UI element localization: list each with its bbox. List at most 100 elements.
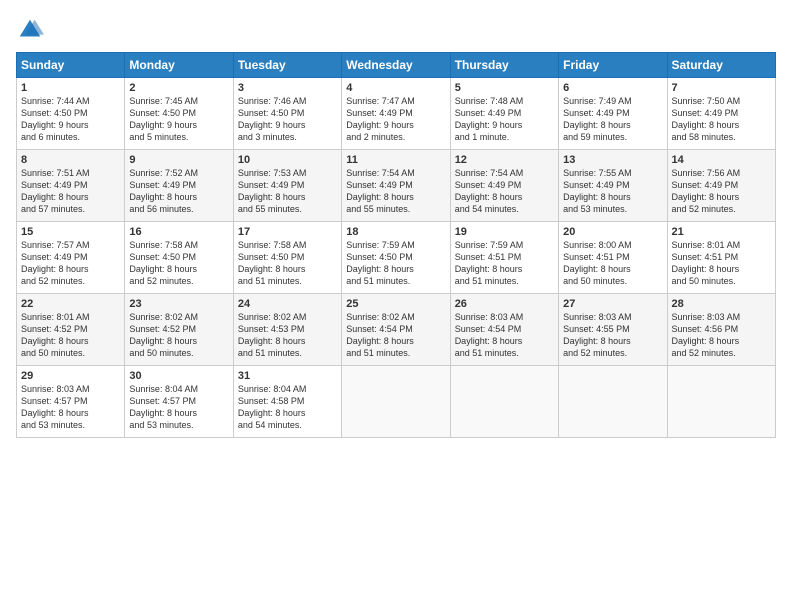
calendar-cell: 21Sunrise: 8:01 AMSunset: 4:51 PMDayligh… xyxy=(667,222,775,294)
calendar-cell: 29Sunrise: 8:03 AMSunset: 4:57 PMDayligh… xyxy=(17,366,125,438)
day-number: 29 xyxy=(21,370,120,382)
week-row-4: 22Sunrise: 8:01 AMSunset: 4:52 PMDayligh… xyxy=(17,294,776,366)
day-info: Sunrise: 7:52 AMSunset: 4:49 PMDaylight:… xyxy=(129,167,228,216)
calendar-header-row: SundayMondayTuesdayWednesdayThursdayFrid… xyxy=(17,53,776,78)
calendar-table: SundayMondayTuesdayWednesdayThursdayFrid… xyxy=(16,52,776,438)
day-number: 17 xyxy=(238,226,337,238)
day-number: 7 xyxy=(672,82,771,94)
col-header-saturday: Saturday xyxy=(667,53,775,78)
day-number: 6 xyxy=(563,82,662,94)
calendar-cell: 9Sunrise: 7:52 AMSunset: 4:49 PMDaylight… xyxy=(125,150,233,222)
calendar-cell: 14Sunrise: 7:56 AMSunset: 4:49 PMDayligh… xyxy=(667,150,775,222)
day-info: Sunrise: 8:01 AMSunset: 4:52 PMDaylight:… xyxy=(21,311,120,360)
day-number: 21 xyxy=(672,226,771,238)
day-info: Sunrise: 7:44 AMSunset: 4:50 PMDaylight:… xyxy=(21,95,120,144)
day-info: Sunrise: 8:02 AMSunset: 4:52 PMDaylight:… xyxy=(129,311,228,360)
day-info: Sunrise: 7:58 AMSunset: 4:50 PMDaylight:… xyxy=(238,239,337,288)
calendar-cell: 18Sunrise: 7:59 AMSunset: 4:50 PMDayligh… xyxy=(342,222,450,294)
day-number: 22 xyxy=(21,298,120,310)
calendar-cell xyxy=(342,366,450,438)
calendar-cell xyxy=(450,366,558,438)
col-header-wednesday: Wednesday xyxy=(342,53,450,78)
calendar-cell: 13Sunrise: 7:55 AMSunset: 4:49 PMDayligh… xyxy=(559,150,667,222)
calendar-cell: 30Sunrise: 8:04 AMSunset: 4:57 PMDayligh… xyxy=(125,366,233,438)
page: SundayMondayTuesdayWednesdayThursdayFrid… xyxy=(0,0,792,612)
calendar-cell: 12Sunrise: 7:54 AMSunset: 4:49 PMDayligh… xyxy=(450,150,558,222)
logo xyxy=(16,16,46,44)
calendar-body: 1Sunrise: 7:44 AMSunset: 4:50 PMDaylight… xyxy=(17,78,776,438)
day-number: 31 xyxy=(238,370,337,382)
col-header-sunday: Sunday xyxy=(17,53,125,78)
calendar-cell: 11Sunrise: 7:54 AMSunset: 4:49 PMDayligh… xyxy=(342,150,450,222)
day-info: Sunrise: 8:03 AMSunset: 4:55 PMDaylight:… xyxy=(563,311,662,360)
day-number: 25 xyxy=(346,298,445,310)
calendar-cell: 8Sunrise: 7:51 AMSunset: 4:49 PMDaylight… xyxy=(17,150,125,222)
calendar-cell: 27Sunrise: 8:03 AMSunset: 4:55 PMDayligh… xyxy=(559,294,667,366)
day-number: 26 xyxy=(455,298,554,310)
day-number: 10 xyxy=(238,154,337,166)
calendar-cell: 3Sunrise: 7:46 AMSunset: 4:50 PMDaylight… xyxy=(233,78,341,150)
calendar-cell: 10Sunrise: 7:53 AMSunset: 4:49 PMDayligh… xyxy=(233,150,341,222)
day-info: Sunrise: 7:58 AMSunset: 4:50 PMDaylight:… xyxy=(129,239,228,288)
day-info: Sunrise: 7:51 AMSunset: 4:49 PMDaylight:… xyxy=(21,167,120,216)
day-info: Sunrise: 7:57 AMSunset: 4:49 PMDaylight:… xyxy=(21,239,120,288)
header xyxy=(16,16,776,44)
day-number: 12 xyxy=(455,154,554,166)
day-number: 9 xyxy=(129,154,228,166)
week-row-5: 29Sunrise: 8:03 AMSunset: 4:57 PMDayligh… xyxy=(17,366,776,438)
day-number: 2 xyxy=(129,82,228,94)
col-header-thursday: Thursday xyxy=(450,53,558,78)
day-info: Sunrise: 8:03 AMSunset: 4:54 PMDaylight:… xyxy=(455,311,554,360)
calendar-cell xyxy=(559,366,667,438)
calendar-cell xyxy=(667,366,775,438)
day-info: Sunrise: 8:03 AMSunset: 4:57 PMDaylight:… xyxy=(21,383,120,432)
day-number: 8 xyxy=(21,154,120,166)
day-number: 14 xyxy=(672,154,771,166)
day-number: 5 xyxy=(455,82,554,94)
day-info: Sunrise: 7:56 AMSunset: 4:49 PMDaylight:… xyxy=(672,167,771,216)
day-number: 4 xyxy=(346,82,445,94)
calendar-cell: 7Sunrise: 7:50 AMSunset: 4:49 PMDaylight… xyxy=(667,78,775,150)
calendar-cell: 5Sunrise: 7:48 AMSunset: 4:49 PMDaylight… xyxy=(450,78,558,150)
col-header-tuesday: Tuesday xyxy=(233,53,341,78)
day-info: Sunrise: 7:47 AMSunset: 4:49 PMDaylight:… xyxy=(346,95,445,144)
day-number: 15 xyxy=(21,226,120,238)
day-info: Sunrise: 8:01 AMSunset: 4:51 PMDaylight:… xyxy=(672,239,771,288)
day-number: 11 xyxy=(346,154,445,166)
day-info: Sunrise: 7:50 AMSunset: 4:49 PMDaylight:… xyxy=(672,95,771,144)
day-info: Sunrise: 8:00 AMSunset: 4:51 PMDaylight:… xyxy=(563,239,662,288)
calendar-cell: 23Sunrise: 8:02 AMSunset: 4:52 PMDayligh… xyxy=(125,294,233,366)
calendar-cell: 19Sunrise: 7:59 AMSunset: 4:51 PMDayligh… xyxy=(450,222,558,294)
calendar-cell: 17Sunrise: 7:58 AMSunset: 4:50 PMDayligh… xyxy=(233,222,341,294)
day-info: Sunrise: 7:48 AMSunset: 4:49 PMDaylight:… xyxy=(455,95,554,144)
day-number: 16 xyxy=(129,226,228,238)
day-info: Sunrise: 7:55 AMSunset: 4:49 PMDaylight:… xyxy=(563,167,662,216)
col-header-friday: Friday xyxy=(559,53,667,78)
calendar-cell: 6Sunrise: 7:49 AMSunset: 4:49 PMDaylight… xyxy=(559,78,667,150)
logo-icon xyxy=(16,16,44,44)
day-info: Sunrise: 7:54 AMSunset: 4:49 PMDaylight:… xyxy=(455,167,554,216)
calendar-cell: 4Sunrise: 7:47 AMSunset: 4:49 PMDaylight… xyxy=(342,78,450,150)
day-info: Sunrise: 7:45 AMSunset: 4:50 PMDaylight:… xyxy=(129,95,228,144)
day-number: 13 xyxy=(563,154,662,166)
day-info: Sunrise: 7:46 AMSunset: 4:50 PMDaylight:… xyxy=(238,95,337,144)
calendar-cell: 25Sunrise: 8:02 AMSunset: 4:54 PMDayligh… xyxy=(342,294,450,366)
week-row-2: 8Sunrise: 7:51 AMSunset: 4:49 PMDaylight… xyxy=(17,150,776,222)
calendar-cell: 28Sunrise: 8:03 AMSunset: 4:56 PMDayligh… xyxy=(667,294,775,366)
day-number: 1 xyxy=(21,82,120,94)
day-number: 24 xyxy=(238,298,337,310)
day-number: 23 xyxy=(129,298,228,310)
day-info: Sunrise: 8:02 AMSunset: 4:54 PMDaylight:… xyxy=(346,311,445,360)
day-info: Sunrise: 7:54 AMSunset: 4:49 PMDaylight:… xyxy=(346,167,445,216)
col-header-monday: Monday xyxy=(125,53,233,78)
week-row-1: 1Sunrise: 7:44 AMSunset: 4:50 PMDaylight… xyxy=(17,78,776,150)
day-number: 20 xyxy=(563,226,662,238)
calendar-cell: 20Sunrise: 8:00 AMSunset: 4:51 PMDayligh… xyxy=(559,222,667,294)
day-number: 3 xyxy=(238,82,337,94)
calendar-cell: 2Sunrise: 7:45 AMSunset: 4:50 PMDaylight… xyxy=(125,78,233,150)
day-number: 30 xyxy=(129,370,228,382)
day-info: Sunrise: 8:03 AMSunset: 4:56 PMDaylight:… xyxy=(672,311,771,360)
day-info: Sunrise: 8:04 AMSunset: 4:57 PMDaylight:… xyxy=(129,383,228,432)
week-row-3: 15Sunrise: 7:57 AMSunset: 4:49 PMDayligh… xyxy=(17,222,776,294)
day-info: Sunrise: 7:53 AMSunset: 4:49 PMDaylight:… xyxy=(238,167,337,216)
